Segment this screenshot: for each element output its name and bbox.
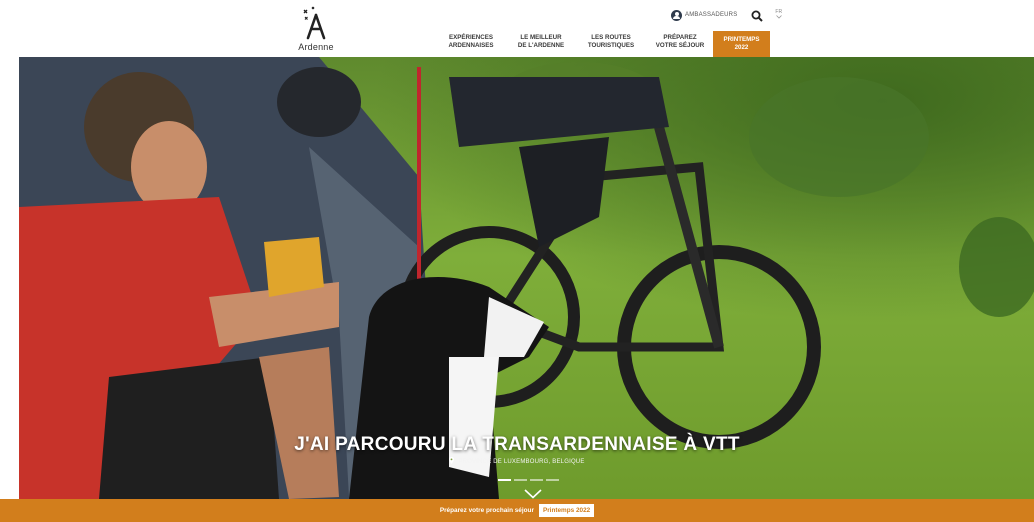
site-header: Ardenne AMBASSADEURS FR EXPÉRIENCES ARDE… bbox=[0, 0, 1034, 57]
nav-spring-2022-button[interactable]: PRINTEMPS 2022 bbox=[713, 31, 770, 57]
map-pin-icon bbox=[449, 457, 455, 464]
cta-line1: PRINTEMPS bbox=[723, 36, 760, 43]
nav-best-of[interactable]: LE MEILLEUR DE L'ARDENNE bbox=[506, 34, 576, 50]
hero-title: J'AI PARCOURU LA TRANSARDENNAISE À VTT bbox=[294, 434, 740, 455]
nav-label-line2: ARDENNAISES bbox=[448, 42, 494, 49]
hero-banner[interactable] bbox=[19, 57, 1034, 499]
nav-label-line2: TOURISTIQUES bbox=[587, 42, 635, 49]
user-circle-icon[interactable] bbox=[671, 9, 682, 21]
utility-nav: AMBASSADEURS FR bbox=[671, 9, 782, 22]
nav-label-line1: LE MEILLEUR bbox=[520, 34, 562, 41]
language-switch[interactable]: FR bbox=[775, 9, 782, 21]
slide-dot[interactable] bbox=[546, 479, 559, 481]
main-nav: EXPÉRIENCES ARDENNAISES LE MEILLEUR DE L… bbox=[440, 34, 712, 50]
hero-photo bbox=[19, 57, 1034, 499]
promo-bar: Préparez votre prochain séjour Printemps… bbox=[0, 499, 1034, 522]
logo-text: Ardenne bbox=[298, 42, 334, 52]
nav-label-line1: EXPÉRIENCES bbox=[448, 34, 493, 41]
nav-label-line2: VOTRE SÉJOUR bbox=[655, 42, 705, 49]
search-icon[interactable] bbox=[751, 9, 764, 22]
slide-dot[interactable] bbox=[530, 479, 543, 481]
slider-indicators bbox=[498, 479, 559, 481]
promo-spring-button[interactable]: Printemps 2022 bbox=[538, 504, 595, 517]
nav-label-line1: PRÉPAREZ bbox=[663, 34, 697, 41]
nav-label-line2: DE L'ARDENNE bbox=[517, 42, 565, 49]
chevron-down-icon[interactable] bbox=[524, 489, 542, 499]
nav-experiences[interactable]: EXPÉRIENCES ARDENNAISES bbox=[440, 34, 502, 50]
hero-location: PROVINCE DE LUXEMBOURG, BELGIQUE bbox=[0, 457, 1034, 465]
logo-mark-icon bbox=[303, 6, 326, 40]
slide-dot[interactable] bbox=[514, 479, 527, 481]
chevron-down-icon bbox=[775, 14, 782, 19]
nav-tourist-routes[interactable]: LES ROUTES TOURISTIQUES bbox=[576, 34, 646, 50]
nav-prepare-stay[interactable]: PRÉPAREZ VOTRE SÉJOUR bbox=[648, 34, 712, 50]
ardenne-logo[interactable]: Ardenne bbox=[291, 4, 341, 54]
ambassadors-link[interactable]: AMBASSADEURS bbox=[685, 12, 737, 18]
slide-dot[interactable] bbox=[498, 479, 511, 481]
hero-location-text: PROVINCE DE LUXEMBOURG, BELGIQUE bbox=[458, 459, 585, 465]
nav-label-line1: LES ROUTES bbox=[591, 34, 631, 41]
promo-text: Préparez votre prochain séjour bbox=[439, 507, 534, 514]
cta-line2: 2022 bbox=[734, 44, 749, 51]
